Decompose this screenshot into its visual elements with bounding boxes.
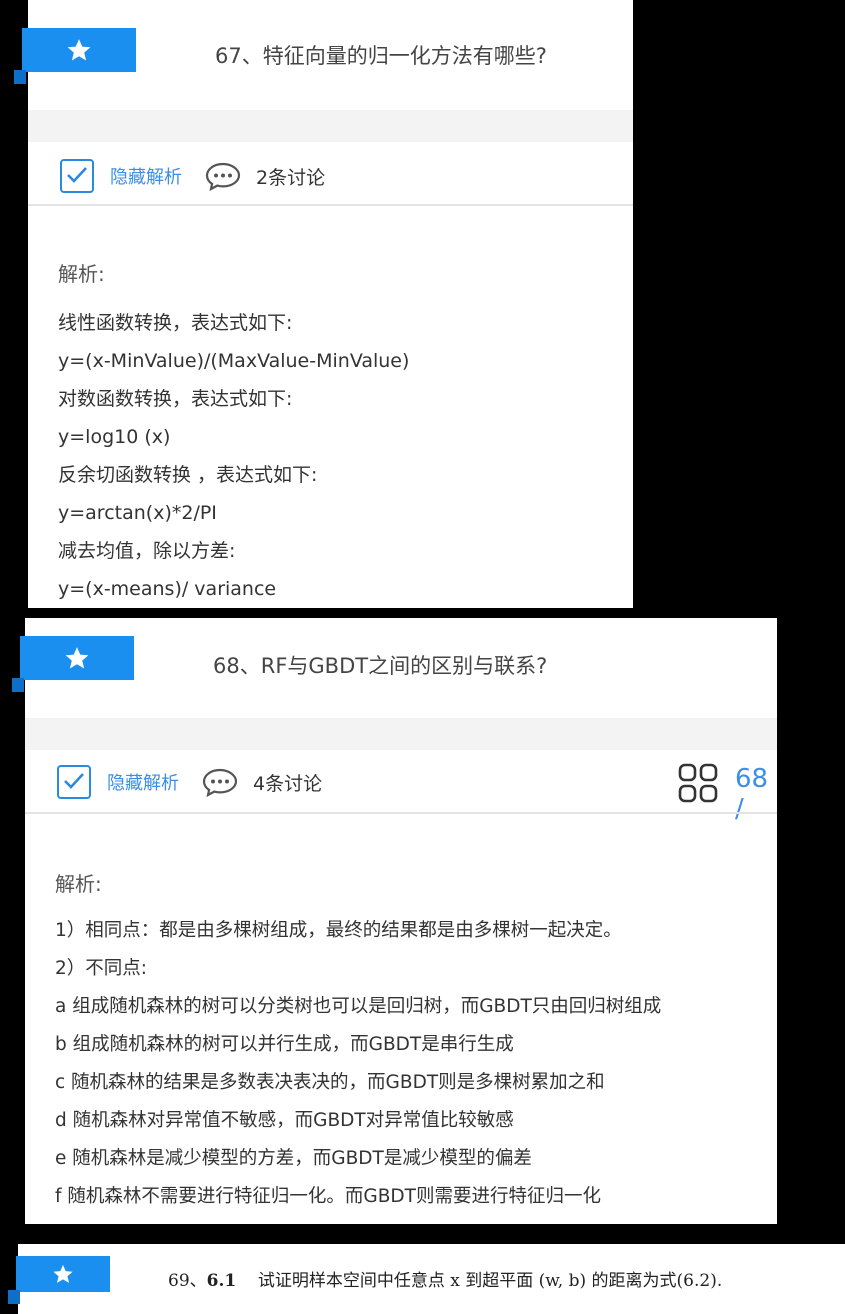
analysis-line: 减去均值，除以方差: (58, 540, 236, 562)
analysis-line: c 随机森林的结果是多数表决表决的，而GBDT则是多棵树累加之和 (55, 1072, 605, 1093)
analysis-line: 线性函数转换，表达式如下: (58, 312, 293, 334)
separator (28, 110, 633, 142)
divider (25, 812, 777, 814)
question-number: 69、 (168, 1271, 207, 1291)
analysis-line: a 组成随机森林的树可以分类树也可以是回归树，而GBDT只由回归树组成 (55, 996, 662, 1017)
star-icon (65, 647, 89, 669)
exercise-number: 6.1 (206, 1271, 237, 1291)
question-title: 67、特征向量的归一化方法有哪些? (215, 44, 547, 68)
analysis-text: 线性函数转换，表达式如下: y=(x-MinValue)/(MaxValue-M… (58, 304, 409, 608)
chat-bubble-icon[interactable] (204, 161, 242, 191)
analysis-line: y=(x-means)/ variance (58, 578, 277, 600)
question-title: 69、6.1 试证明样本空间中任意点 x 到超平面 (w, b) 的距离为式(6… (168, 1266, 722, 1291)
favorite-star-button[interactable] (8, 1256, 110, 1304)
analysis-line: 反余切函数转换 ，表达式如下: (58, 464, 318, 486)
analysis-text: 1）相同点：都是由多棵树组成，最终的结果都是由多棵树一起决定。 2）不同点: a… (55, 912, 661, 1216)
star-icon (53, 1264, 73, 1283)
question-counter: 68 / (735, 764, 769, 824)
star-icon (67, 39, 91, 61)
analysis-line: f 随机森林不需要进行特征归一化。而GBDT则需要进行特征归一化 (55, 1186, 601, 1207)
question-67-analysis: 隐藏解析 2条讨论 解析: 线性函数转换，表达式如下: y=(x-MinValu… (28, 142, 633, 608)
favorite-star-button[interactable] (12, 636, 134, 692)
hide-analysis-link[interactable]: 隐藏解析 (107, 769, 179, 795)
divider (28, 204, 633, 206)
question-68-analysis: 隐藏解析 4条讨论 68 / 解析: 1）相同点：都是由多棵树组成，最终的结果都… (25, 750, 777, 1224)
analysis-line: 1）相同点：都是由多棵树组成，最终的结果都是由多棵树一起决定。 (55, 920, 622, 941)
analysis-line: 对数函数转换，表达式如下: (58, 388, 293, 410)
discussion-count-link[interactable]: 2条讨论 (256, 163, 325, 190)
hide-analysis-checkbox-icon[interactable] (57, 765, 91, 799)
analysis-line: 2）不同点: (55, 958, 148, 979)
analysis-line: d 随机森林对异常值不敏感，而GBDT对异常值比较敏感 (55, 1110, 514, 1131)
grid-icon[interactable] (677, 762, 719, 804)
analysis-line: b 组成随机森林的树可以并行生成，而GBDT是串行生成 (55, 1034, 514, 1055)
analysis-line: e 随机森林是减少模型的方差，而GBDT是减少模型的偏差 (55, 1148, 532, 1169)
question-text: 试证明样本空间中任意点 x 到超平面 (w, b) 的距离为式(6.2). (257, 1271, 723, 1291)
analysis-label: 解析: (55, 872, 102, 896)
chat-bubble-icon[interactable] (201, 767, 239, 797)
hide-analysis-checkbox-icon[interactable] (60, 159, 94, 193)
analysis-line: y=(x-MinValue)/(MaxValue-MinValue) (58, 350, 410, 372)
discussion-count-link[interactable]: 4条讨论 (253, 769, 322, 796)
question-69-header: 69、6.1 试证明样本空间中任意点 x 到超平面 (w, b) 的距离为式(6… (18, 1244, 845, 1314)
analysis-line: y=arctan(x)*2/PI (58, 502, 217, 524)
hide-analysis-link[interactable]: 隐藏解析 (110, 163, 182, 189)
question-68-header: 68、RF与GBDT之间的区别与联系? (25, 618, 777, 718)
question-title: 68、RF与GBDT之间的区别与联系? (213, 654, 548, 678)
analysis-line: y=log10 (x) (58, 426, 171, 448)
favorite-star-button[interactable] (14, 28, 136, 84)
analysis-label: 解析: (58, 262, 105, 286)
separator (25, 718, 777, 750)
